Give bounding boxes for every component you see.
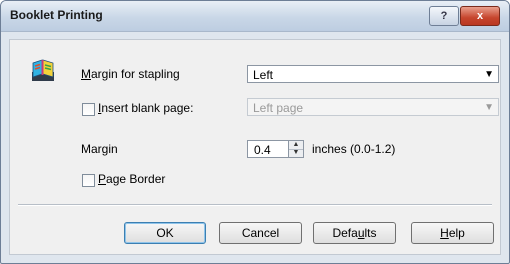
- insert-blank-page-select[interactable]: Left page ▼: [247, 98, 499, 116]
- margin-for-stapling-select[interactable]: Left ▼: [247, 65, 499, 83]
- page-border-label: Page Border: [98, 172, 166, 186]
- ok-button-label: OK: [156, 226, 174, 240]
- dialog-body: Margin for stapling Left ▼ Insert blank …: [9, 39, 501, 255]
- help-icon: ?: [440, 10, 448, 22]
- ok-button[interactable]: OK: [124, 222, 206, 244]
- cancel-button[interactable]: Cancel: [219, 222, 302, 244]
- defaults-button-label: Defaults: [332, 226, 377, 240]
- dialog-title: Booklet Printing: [10, 8, 103, 22]
- title-close-button[interactable]: x: [460, 6, 500, 26]
- margin-value: 0.4: [254, 143, 271, 157]
- booklet-icon: [32, 59, 54, 81]
- margin-for-stapling-label: Margin for stapling: [81, 67, 180, 81]
- cancel-button-label: Cancel: [241, 226, 280, 240]
- chevron-down-icon: ▼: [484, 69, 494, 80]
- defaults-button[interactable]: Defaults: [313, 222, 396, 244]
- page-border-checkbox[interactable]: [82, 174, 95, 187]
- margin-units-label: inches (0.0-1.2): [312, 142, 396, 156]
- title-help-button[interactable]: ?: [429, 6, 459, 26]
- booklet-printing-dialog: Booklet Printing ? x Margin for stapling…: [0, 0, 510, 264]
- chevron-down-icon: ▼: [484, 102, 494, 113]
- spin-down-icon[interactable]: ▼: [289, 149, 303, 157]
- separator: [18, 204, 492, 206]
- insert-blank-page-value: Left page: [253, 101, 304, 115]
- title-bar[interactable]: Booklet Printing ? x: [1, 1, 509, 32]
- margin-for-stapling-value: Left: [253, 68, 274, 82]
- margin-spinner[interactable]: ▲ ▼: [288, 140, 304, 158]
- margin-input[interactable]: 0.4: [247, 140, 293, 158]
- margin-label: Margin: [81, 142, 118, 156]
- help-button[interactable]: Help: [411, 222, 494, 244]
- insert-blank-page-checkbox[interactable]: [82, 103, 95, 116]
- close-icon: x: [476, 10, 484, 22]
- insert-blank-page-label: Insert blank page:: [98, 101, 194, 115]
- help-button-label: Help: [440, 226, 465, 240]
